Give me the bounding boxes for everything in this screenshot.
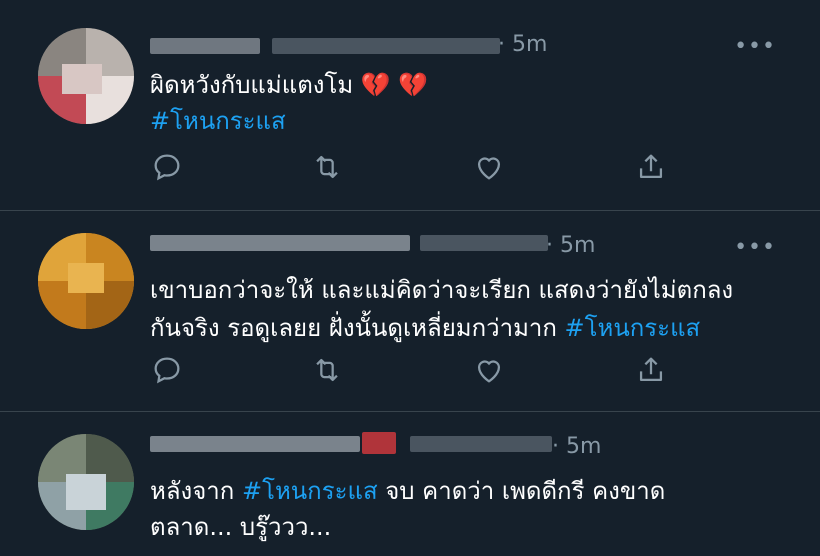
handle-blurred [420, 235, 548, 251]
avatar[interactable] [38, 233, 134, 329]
tweet-text-line-1: ผิดหวังกับแม่แตงโม 💔 💔 [150, 71, 429, 99]
retweet-icon[interactable] [310, 353, 344, 387]
tweet-2[interactable]: · 5m ••• เขาบอกว่าจะให้ และแม่คิดว่าจะเร… [0, 211, 820, 411]
tweet-text: กันจริง รอดูเลยย ฝั่งนั้นดูเหลี่ยมกว่ามา… [150, 314, 565, 342]
handle-blurred [410, 436, 552, 452]
tweet-timestamp[interactable]: · 5m [552, 434, 601, 459]
share-icon[interactable] [634, 353, 668, 387]
display-name-blurred[interactable] [150, 235, 410, 251]
hashtag-link[interactable]: #โหนกระแส [150, 102, 286, 140]
reply-icon[interactable] [150, 353, 184, 387]
tweet-text: หลังจาก [150, 477, 242, 505]
more-icon[interactable]: ••• [734, 34, 776, 59]
reply-icon[interactable] [150, 150, 184, 184]
avatar[interactable] [38, 434, 134, 530]
like-icon[interactable] [472, 353, 506, 387]
verified-badge-blurred [362, 432, 396, 454]
avatar[interactable] [38, 28, 134, 124]
tweet-text-line-1: เขาบอกว่าจะให้ และแม่คิดว่าจะเรียก แสดงว… [150, 276, 734, 304]
share-icon[interactable] [634, 150, 668, 184]
display-name-blurred[interactable] [150, 436, 360, 452]
tweet-text-line-1: หลังจาก #โหนกระแส จบ คาดว่า เพดดีกรี คงข… [150, 472, 665, 510]
more-icon[interactable]: ••• [734, 235, 776, 260]
timeline-feed: · 5m ••• ผิดหวังกับแม่แตงโม 💔 💔 #โหนกระแ… [0, 0, 820, 556]
tweet-text: จบ คาดว่า เพดดีกรี คงขาด [377, 477, 666, 505]
display-name-blurred[interactable] [150, 38, 260, 54]
tweet-3[interactable]: · 5m หลังจาก #โหนกระแส จบ คาดว่า เพดดีกร… [0, 412, 820, 556]
tweet-actions [150, 150, 690, 184]
handle-blurred [272, 38, 500, 54]
retweet-icon[interactable] [310, 150, 344, 184]
tweet-actions [150, 353, 690, 387]
tweet-text-line-2: ตลาด... บรู๊ววว... [150, 513, 332, 541]
tweet-timestamp[interactable]: · 5m [546, 233, 595, 258]
tweet-text-line-2: กันจริง รอดูเลยย ฝั่งนั้นดูเหลี่ยมกว่ามา… [150, 309, 700, 347]
tweet-timestamp[interactable]: · 5m [498, 32, 547, 57]
hashtag-link[interactable]: #โหนกระแส [565, 314, 701, 342]
like-icon[interactable] [472, 150, 506, 184]
hashtag-link[interactable]: #โหนกระแส [242, 477, 378, 505]
tweet-1[interactable]: · 5m ••• ผิดหวังกับแม่แตงโม 💔 💔 #โหนกระแ… [0, 0, 820, 210]
